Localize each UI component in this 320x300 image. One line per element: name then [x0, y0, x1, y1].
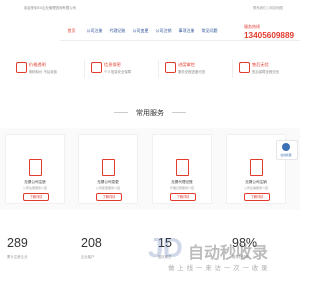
document-icon: [250, 159, 263, 176]
online-chat-label[interactable]: 在线客服: [277, 153, 295, 157]
hotline-number[interactable]: 13405609889: [244, 31, 294, 40]
nav-item-home[interactable]: 首页: [60, 27, 83, 35]
feature-item: 进度掌控 服务全程进度可查: [165, 56, 221, 82]
feature-item: 售后无忧 售后保障全程无忧: [239, 56, 295, 82]
feature-desc: 个人信息安全保障: [104, 70, 132, 74]
service-card[interactable]: 无锡公司变更 公司变更服务介绍 了解详情: [78, 134, 138, 204]
document-icon: [29, 159, 42, 176]
nav-divider: [60, 40, 300, 41]
service-title: 无锡公司注销: [245, 180, 267, 184]
learn-more-button[interactable]: 了解详情: [23, 193, 49, 201]
price-tag-icon: [16, 62, 27, 73]
feature-item: 价格透明 明码标价 不乱收费: [16, 56, 72, 82]
nav-item-company-change[interactable]: 公司变更: [129, 27, 152, 35]
company-welcome-text: 欢迎来到XX企业管理咨询有限公司: [24, 6, 76, 10]
stat-label: 企业客户: [81, 255, 95, 259]
top-links[interactable]: 联系我们 | 网站地图: [253, 5, 283, 10]
watermark-subtitle: 做 上 线 一 来 访 一 次 一 收 录: [168, 265, 269, 272]
feature-title: 价格透明: [29, 62, 46, 67]
service-title: 无锡代理记账: [171, 180, 193, 184]
feature-desc: 服务全程进度可查: [178, 70, 206, 74]
watermark-logo: JD: [148, 232, 183, 263]
section-title: 常用服务: [136, 110, 164, 117]
nav-item-company-cancellation[interactable]: 公司注销: [152, 27, 175, 35]
service-desc: 公司注册服务介绍: [22, 186, 47, 190]
service-card[interactable]: 无锡代理记账 代理记账服务介绍 了解详情: [152, 134, 212, 204]
section-title-line-right: [172, 112, 186, 113]
feature-strip: 价格透明 明码标价 不乱收费 信息保密 个人信息安全保障 进度掌控 服务全程进度…: [0, 56, 300, 82]
learn-more-button[interactable]: 了解详情: [96, 193, 122, 201]
feature-divider: [232, 60, 233, 78]
nav-item-bookkeeping[interactable]: 代理记账: [106, 27, 129, 35]
service-card[interactable]: 无锡公司注册 公司注册服务介绍 了解详情: [5, 134, 65, 204]
headset-icon: [239, 62, 250, 73]
stat-item: 208 企业客户: [81, 236, 141, 259]
nav-item-registration[interactable]: 事项注册: [175, 27, 198, 35]
customer-service-avatar-icon: [282, 143, 290, 151]
service-desc: 代理记账服务介绍: [169, 186, 194, 190]
feature-item: 信息保密 个人信息安全保障: [91, 56, 147, 82]
progress-icon: [165, 62, 176, 73]
stat-label: 累计注册企业: [7, 255, 28, 259]
feature-divider: [84, 60, 85, 78]
feature-title: 进度掌控: [178, 62, 195, 67]
service-desc: 公司注销服务介绍: [243, 186, 268, 190]
feature-title: 信息保密: [104, 62, 121, 67]
service-desc: 公司变更服务介绍: [95, 186, 120, 190]
nav-item-faq[interactable]: 常见问题: [198, 27, 221, 35]
document-icon: [176, 159, 189, 176]
lock-icon: [91, 62, 102, 73]
feature-title: 售后无忧: [252, 62, 269, 67]
site-logo[interactable]: [24, 17, 52, 35]
stat-value: 208: [81, 236, 102, 250]
hotline-label: 服务热线: [244, 24, 260, 29]
nav-item-company-registration[interactable]: 公司注册: [83, 27, 106, 35]
document-icon: [102, 159, 115, 176]
main-nav: 首页 公司注册 代理记账 公司变更 公司注销 事项注册 常见问题: [60, 27, 221, 35]
service-title: 无锡公司注册: [24, 180, 46, 184]
watermark-title: 自动秒收录: [188, 245, 269, 262]
feature-desc: 明码标价 不乱收费: [29, 70, 58, 74]
service-title: 无锡公司变更: [97, 180, 119, 184]
stat-item: 289 累计注册企业: [7, 236, 67, 259]
feature-desc: 售后保障全程无忧: [252, 70, 280, 74]
feature-divider: [158, 60, 159, 78]
stat-value: 289: [7, 236, 28, 250]
learn-more-button[interactable]: 了解详情: [244, 193, 270, 201]
top-bar: 欢迎来到XX企业管理咨询有限公司 联系我们 | 网站地图: [0, 0, 300, 14]
learn-more-button[interactable]: 了解详情: [170, 193, 196, 201]
